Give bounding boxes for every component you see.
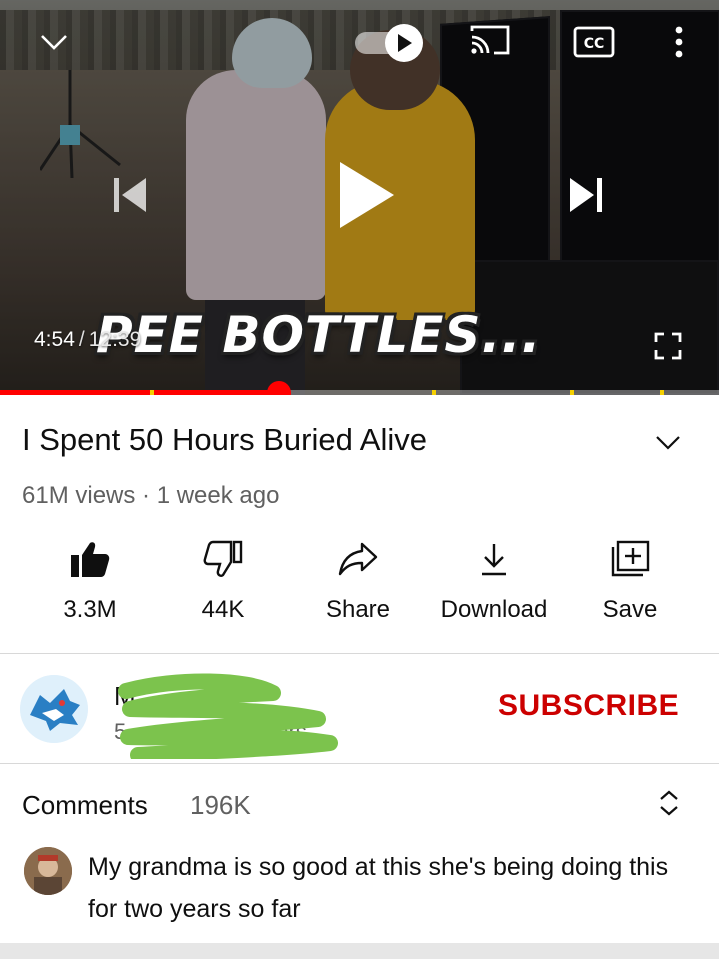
video-player[interactable]: CC PEE BOTTLES... 4:54 / 12:39 <box>0 0 719 395</box>
progress-played <box>0 390 279 395</box>
thumbs-up-icon <box>70 534 110 584</box>
video-title[interactable]: I Spent 50 Hours Buried Alive <box>22 422 427 458</box>
save-button[interactable]: Save <box>580 534 680 634</box>
download-icon <box>479 534 509 584</box>
share-icon <box>338 534 378 584</box>
current-time: 4:54 <box>34 328 75 351</box>
play-icon[interactable] <box>325 150 405 240</box>
bottom-edge <box>0 943 719 959</box>
video-overlay-caption: PEE BOTTLES... <box>96 306 542 364</box>
commenter-avatar[interactable] <box>24 847 72 895</box>
thumbs-down-icon <box>203 534 243 584</box>
closed-captions-icon[interactable]: CC <box>572 24 616 60</box>
dislike-count: 44K <box>201 596 245 623</box>
expand-description-chevron-icon[interactable] <box>652 426 688 462</box>
progress-bar[interactable] <box>0 381 719 395</box>
time-separator: / <box>78 328 85 351</box>
share-button[interactable]: Share <box>308 534 408 634</box>
save-label: Save <box>602 596 658 623</box>
action-bar: 3.3M 44K Share Download Save <box>0 534 719 634</box>
like-count: 3.3M <box>63 596 117 623</box>
autoplay-play-icon <box>385 24 423 62</box>
share-label: Share <box>325 596 391 623</box>
dislike-button[interactable]: 44K <box>173 534 273 634</box>
subscribe-button[interactable]: SUBSCRIBE <box>498 689 679 723</box>
minimize-chevron-icon[interactable] <box>36 24 72 60</box>
previous-video-icon[interactable] <box>100 170 160 220</box>
chapter-marker <box>150 390 154 395</box>
chapter-marker <box>570 390 574 395</box>
video-meta: 61M views · 1 week ago <box>22 482 280 509</box>
next-video-icon[interactable] <box>556 170 616 220</box>
comments-heading[interactable]: Comments <box>22 790 148 821</box>
top-comment-text[interactable]: My grandma is so good at this she's bein… <box>88 846 698 930</box>
expand-comments-icon[interactable] <box>652 786 692 826</box>
download-button[interactable]: Download <box>424 534 564 634</box>
save-to-playlist-icon <box>610 534 650 584</box>
autoplay-toggle[interactable] <box>355 22 427 62</box>
download-label: Download <box>440 596 548 623</box>
channel-avatar[interactable] <box>20 675 88 743</box>
divider <box>0 653 719 654</box>
fullscreen-icon[interactable] <box>648 326 688 366</box>
time-display: 4:54 / 12:39 <box>34 328 141 352</box>
like-button[interactable]: 3.3M <box>40 534 140 634</box>
redaction-scribble <box>118 673 338 759</box>
cast-icon[interactable] <box>466 20 514 60</box>
channel-row: M 5 ers SUBSCRIBE <box>0 655 719 763</box>
chapter-marker <box>432 390 436 395</box>
comments-count: 196K <box>190 790 251 820</box>
cc-label: CC <box>584 36 605 52</box>
divider <box>0 763 719 764</box>
more-options-icon[interactable] <box>664 22 694 62</box>
video-duration: 12:39 <box>88 328 142 351</box>
chapter-marker <box>660 390 664 395</box>
